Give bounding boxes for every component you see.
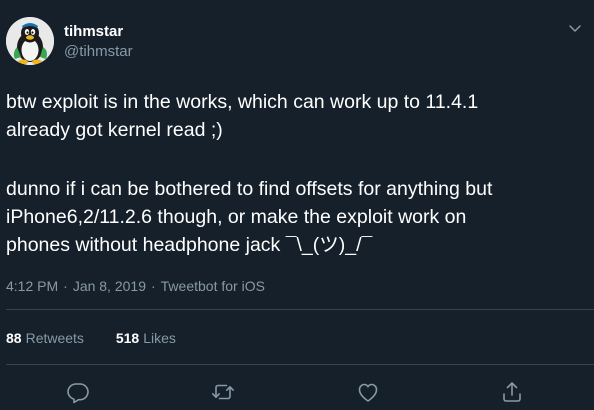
- tweet-line: btw exploit is in the works, which can w…: [6, 91, 479, 113]
- divider: [6, 364, 594, 365]
- tweet-date[interactable]: Jan 8, 2019: [73, 278, 146, 294]
- tweet-card: tihmstar @tihmstar btw exploit is in the…: [0, 0, 594, 410]
- tweet-text: btw exploit is in the works, which can w…: [6, 88, 586, 259]
- tweet-line: already got kernel read ;): [6, 119, 223, 141]
- tweet-time[interactable]: 4:12 PM: [6, 278, 58, 294]
- retweets-count: 88: [6, 330, 22, 346]
- share-icon[interactable]: [500, 380, 524, 404]
- likes-count: 518: [115, 330, 140, 346]
- action-bar: [0, 380, 594, 404]
- meta-separator: ·: [150, 278, 156, 294]
- author-name[interactable]: tihmstar: [64, 23, 123, 40]
- likes-label: Likes: [143, 330, 176, 346]
- avatar[interactable]: [6, 17, 54, 65]
- author-handle[interactable]: @tihmstar: [64, 43, 133, 60]
- tweet-line: iPhone6,2/11.2.6 though, or make the exp…: [6, 206, 467, 228]
- retweet-icon[interactable]: [211, 380, 235, 404]
- retweets-label: Retweets: [25, 330, 84, 346]
- meta-separator: ·: [63, 278, 68, 294]
- tweet-meta: 4:12 PM · Jan 8, 2019 · Tweetbot for iOS: [6, 278, 265, 294]
- reply-icon[interactable]: [66, 380, 90, 404]
- likes-stat[interactable]: 518 Likes: [116, 330, 176, 346]
- like-icon[interactable]: [356, 380, 380, 404]
- tweet-line: dunno if i can be bothered to find offse…: [6, 178, 493, 200]
- chevron-down-icon[interactable]: [568, 24, 582, 34]
- retweets-stat[interactable]: 88 Retweets: [6, 330, 84, 346]
- tweet-stats: 88 Retweets 518 Likes: [6, 330, 204, 346]
- divider: [6, 309, 594, 310]
- tweet-source[interactable]: Tweetbot for iOS: [161, 278, 265, 294]
- tux-penguin-icon: [6, 17, 54, 65]
- tweet-line: phones without headphone jack ¯\_(ツ)_/¯: [6, 234, 373, 256]
